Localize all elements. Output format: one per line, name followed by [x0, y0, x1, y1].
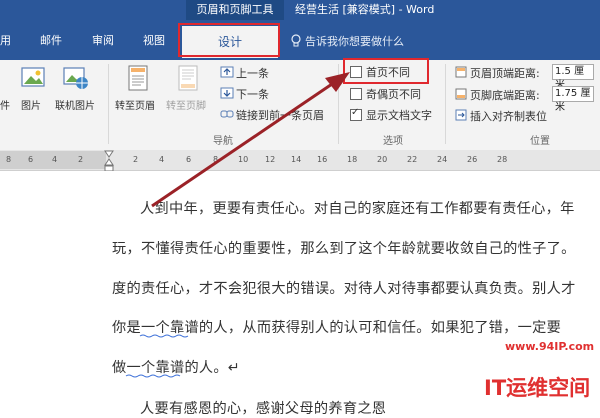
ruler-tick: 16: [317, 155, 328, 164]
header-from-top-input[interactable]: 1.5 厘米: [552, 64, 594, 91]
different-odd-even-label[interactable]: 奇偶页不同: [366, 86, 421, 102]
ruler-tick: 22: [407, 155, 418, 164]
ruler-tick: 2: [78, 155, 84, 164]
tab-review[interactable]: 审阅: [92, 33, 114, 49]
document-title: 经营生活 [兼容模式] - Word: [295, 3, 435, 16]
options-group-label: 选项: [383, 136, 403, 147]
document-line: 人要有感恩的心，感谢父母的养育之恩: [140, 401, 387, 417]
watermark-brand: IT运维空间: [484, 372, 591, 402]
go-to-header-label[interactable]: 转至页眉: [115, 97, 155, 112]
ruler-tick: 20: [377, 155, 388, 164]
picture-icon[interactable]: [20, 65, 46, 91]
go-to-footer-label[interactable]: 转至页脚: [166, 97, 206, 112]
document-line: 你是一个靠谱的人，从而获得别人的认可和信任。如果犯了错，一定要: [112, 320, 562, 336]
header-from-top-label: 页眉顶端距离:: [470, 67, 540, 80]
insert-item-partial-label[interactable]: 件: [0, 97, 10, 112]
lightbulb-icon: [291, 34, 301, 47]
ruler-tick: 10: [238, 155, 249, 164]
group-divider: [445, 64, 446, 144]
go-to-header-icon[interactable]: [125, 64, 151, 92]
document-line: 人到中年，更要有责任心。对自己的家庭还有工作都要有责任心，年: [140, 201, 575, 217]
ruler-tick: 18: [347, 155, 358, 164]
indent-marker-icon[interactable]: [104, 150, 114, 172]
ruler-tick: 8: [6, 155, 12, 164]
header-top-icon: [455, 66, 467, 78]
tab-mailings[interactable]: 邮件: [40, 33, 62, 49]
document-line: 度的责任心，才不会犯很大的错误。对待人对待事都要认真负责。别人才: [112, 281, 576, 297]
group-divider: [108, 64, 109, 144]
ruler-tick: 2: [133, 155, 139, 164]
ruler-tick: 12: [265, 155, 276, 164]
align-tab-icon[interactable]: [455, 109, 467, 121]
ruler-tick: 4: [52, 155, 58, 164]
next-button[interactable]: 下一条: [236, 86, 269, 102]
ruler-tick: 28: [497, 155, 508, 164]
ruler-tick: 14: [291, 155, 302, 164]
document-line: 做一个靠谱的人。↵: [112, 360, 241, 376]
online-picture-button-label[interactable]: 联机图片: [55, 97, 95, 112]
footer-from-bottom-input[interactable]: 1.75 厘米: [552, 86, 594, 113]
context-tab-header: 页眉和页脚工具: [186, 0, 284, 20]
tab-view[interactable]: 视图: [143, 33, 165, 49]
tell-me-search[interactable]: 告诉我你想要做什么: [305, 33, 404, 49]
tab-start-partial[interactable]: 用: [0, 33, 11, 49]
footer-from-bottom-label: 页脚底端距离:: [470, 89, 540, 102]
group-divider: [338, 64, 339, 144]
next-icon[interactable]: [220, 87, 234, 99]
online-picture-icon[interactable]: [62, 64, 90, 92]
ruler-tick: 4: [159, 155, 165, 164]
link-icon[interactable]: [220, 108, 234, 120]
insert-alignment-tab-button[interactable]: 插入对齐制表位: [470, 108, 547, 124]
previous-icon[interactable]: [220, 66, 234, 78]
footer-bottom-icon: [455, 88, 467, 100]
ruler-tick: 6: [186, 155, 192, 164]
different-odd-even-checkbox[interactable]: [350, 88, 362, 100]
ruler-tick: 24: [437, 155, 448, 164]
show-document-text-checkbox[interactable]: [350, 107, 362, 121]
tab-design-highlight: [178, 23, 280, 57]
go-to-footer-icon[interactable]: [175, 64, 201, 92]
watermark-url: www.94IP.com: [505, 340, 595, 353]
link-to-previous-button[interactable]: 链接到前一条页眉: [236, 107, 324, 123]
document-line: 玩，不懂得责任心的重要性，那么到了这个年龄就要收敛自己的性子了。: [112, 241, 576, 257]
position-group-label: 位置: [530, 136, 550, 147]
ruler-tick: 8: [213, 155, 219, 164]
show-document-text-label[interactable]: 显示文档文字: [366, 107, 432, 123]
picture-button-label[interactable]: 图片: [21, 97, 41, 112]
navigation-group-label: 导航: [213, 136, 233, 147]
ruler-tick: 26: [467, 155, 478, 164]
different-first-page-highlight: [343, 58, 429, 84]
ruler-tick: 6: [28, 155, 34, 164]
previous-button[interactable]: 上一条: [236, 65, 269, 81]
